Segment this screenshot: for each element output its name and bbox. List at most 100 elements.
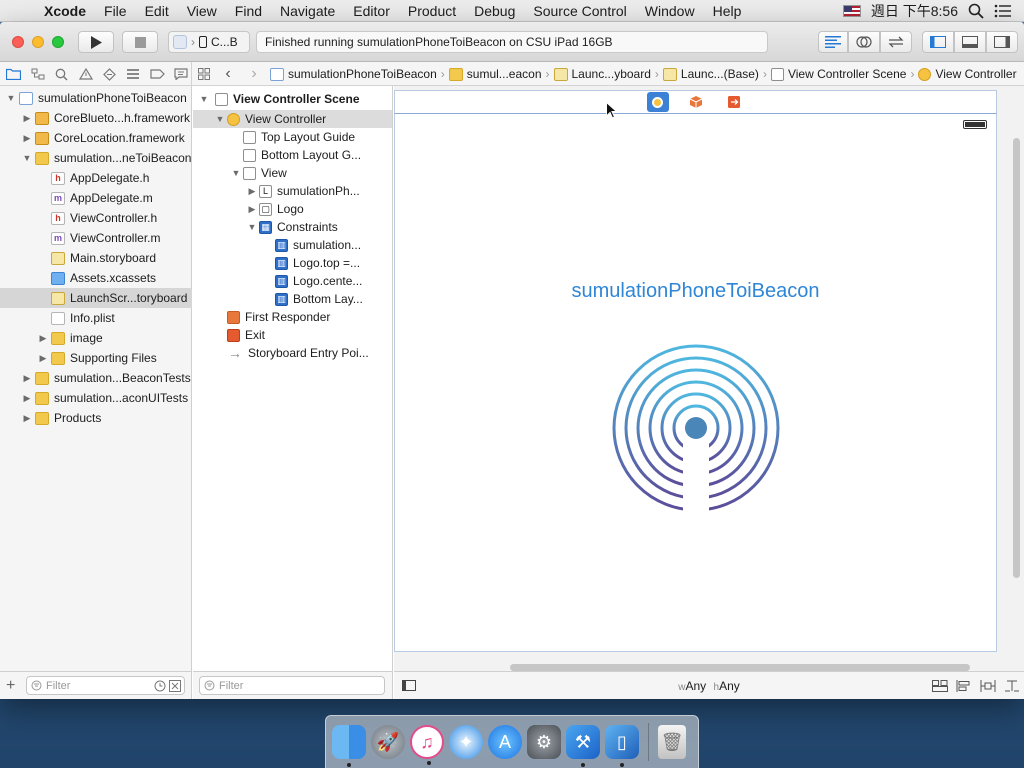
dock-simulator-icon[interactable]: ▯: [605, 725, 639, 767]
dock-finder-icon[interactable]: [332, 725, 366, 767]
zoom-window-icon[interactable]: [52, 36, 64, 48]
issue-navigator-warning-icon[interactable]: [76, 65, 96, 83]
menu-source-control[interactable]: Source Control: [524, 3, 635, 19]
navigator-row[interactable]: ▶ sumulation...aconUITests: [0, 388, 192, 408]
back-chevron-icon[interactable]: ‹: [215, 65, 241, 83]
navigator-row[interactable]: ▼ sumulationPhoneToiBeacon: [0, 88, 192, 108]
outline-row[interactable]: ▥ Logo.top =...: [193, 254, 392, 272]
toggle-navigator-button[interactable]: [922, 31, 954, 53]
dock-xcode-icon[interactable]: ⚒: [566, 725, 600, 767]
size-class-control[interactable]: wAny hAny: [394, 679, 1024, 693]
ibeacon-logo-icon[interactable]: [611, 343, 781, 513]
add-icon[interactable]: +: [6, 677, 20, 695]
project-navigator-folder-icon[interactable]: [4, 65, 24, 83]
menu-edit[interactable]: Edit: [136, 3, 178, 19]
dock-safari-icon[interactable]: ✦: [449, 725, 483, 759]
jumpbar-item-storyboard[interactable]: Launc...yboard: [551, 67, 654, 81]
pin-icon[interactable]: [980, 679, 996, 692]
dock-app-store-icon[interactable]: A: [488, 725, 522, 759]
test-navigator-diamond-icon[interactable]: [100, 65, 120, 83]
find-navigator-search-icon[interactable]: [52, 65, 72, 83]
resolve-autolayout-icon[interactable]: [1004, 680, 1020, 692]
toggle-utilities-button[interactable]: [986, 31, 1018, 53]
disclosure-closed-icon[interactable]: ▶: [22, 393, 32, 404]
disclosure-closed-icon[interactable]: ▶: [22, 133, 32, 144]
recent-files-clock-icon[interactable]: [154, 680, 166, 692]
notification-center-icon[interactable]: [994, 4, 1012, 18]
jumpbar-item-base-localization[interactable]: Launc...(Base): [660, 67, 762, 81]
navigator-row[interactable]: Assets.xcassets: [0, 268, 192, 288]
ipad-view-canvas[interactable]: sumulationPhoneToiBeacon: [394, 114, 997, 652]
assistant-editor-button[interactable]: [848, 31, 880, 53]
vertical-scrollbar[interactable]: [1013, 138, 1020, 578]
navigator-row[interactable]: ▼ sumulation...neToiBeacon: [0, 148, 192, 168]
outline-row[interactable]: ▶ ▢ Logo: [193, 200, 392, 218]
outline-row[interactable]: Bottom Layout G...: [193, 146, 392, 164]
minimize-window-icon[interactable]: [32, 36, 44, 48]
jumpbar-item-project[interactable]: sumulationPhoneToiBeacon: [267, 67, 440, 81]
scheme-selector[interactable]: › C...B: [168, 31, 250, 53]
version-editor-button[interactable]: [880, 31, 912, 53]
disclosure-open-icon[interactable]: ▼: [6, 93, 16, 103]
navigator-row[interactable]: Info.plist: [0, 308, 192, 328]
outline-row[interactable]: ▶ LsumulationPh...: [193, 182, 392, 200]
menu-app-name[interactable]: Xcode: [38, 3, 95, 19]
dock-system-preferences-icon[interactable]: ⚙: [527, 725, 561, 759]
toggle-debug-area-button[interactable]: [954, 31, 986, 53]
run-button[interactable]: [78, 31, 114, 53]
symbol-navigator-icon[interactable]: [28, 65, 48, 83]
menu-editor[interactable]: Editor: [344, 3, 399, 19]
related-items-grid-icon[interactable]: [193, 68, 215, 80]
dock-trash-icon[interactable]: 🗑: [658, 725, 686, 759]
spotlight-search-icon[interactable]: [968, 3, 984, 19]
navigator-filter-field[interactable]: Filter: [26, 676, 185, 695]
menu-clock[interactable]: 週日 下午8:56: [871, 1, 958, 21]
outline-row[interactable]: ▥ Logo.cente...: [193, 272, 392, 290]
outline-row[interactable]: Top Layout Guide: [193, 128, 392, 146]
navigator-row[interactable]: h AppDelegate.h: [0, 168, 192, 188]
interface-builder-canvas[interactable]: sumulationPhoneToiBeacon wAny hAny: [394, 86, 1024, 699]
outline-row[interactable]: ▼ View: [193, 164, 392, 182]
debug-navigator-gauge-icon[interactable]: [123, 65, 143, 83]
disclosure-closed-icon[interactable]: ▶: [247, 204, 257, 215]
first-responder-cube-icon[interactable]: [685, 92, 707, 112]
dock-launchpad-icon[interactable]: 🚀: [371, 725, 405, 759]
disclosure-closed-icon[interactable]: ▶: [22, 413, 32, 424]
breakpoint-navigator-icon[interactable]: [147, 65, 167, 83]
outline-row[interactable]: Exit: [193, 326, 392, 344]
navigator-row[interactable]: ▶ image: [0, 328, 192, 348]
menu-view[interactable]: View: [178, 3, 226, 19]
navigator-row[interactable]: ▶ Products: [0, 408, 192, 428]
app-title-label[interactable]: sumulationPhoneToiBeacon: [395, 280, 996, 303]
source-control-filter-icon[interactable]: [169, 679, 181, 692]
report-navigator-icon[interactable]: [171, 65, 191, 83]
view-controller-dock-icon[interactable]: [646, 92, 669, 112]
standard-editor-button[interactable]: [818, 31, 848, 53]
horizontal-scrollbar[interactable]: [510, 664, 970, 671]
stop-button[interactable]: [122, 31, 158, 53]
menu-file[interactable]: File: [95, 3, 136, 19]
jumpbar-item-group[interactable]: sumul...eacon: [446, 67, 545, 81]
navigator-row[interactable]: ▶ sumulation...BeaconTests: [0, 368, 192, 388]
jumpbar-item-view-controller[interactable]: View Controller: [915, 67, 1019, 81]
menu-find[interactable]: Find: [226, 3, 271, 19]
navigator-row[interactable]: LaunchScr...toryboard: [0, 288, 192, 308]
jumpbar-item-scene[interactable]: View Controller Scene: [768, 67, 910, 81]
outline-row[interactable]: → Storyboard Entry Poi...: [193, 344, 392, 362]
disclosure-closed-icon[interactable]: ▶: [38, 333, 48, 344]
menu-window[interactable]: Window: [636, 3, 704, 19]
stack-icon[interactable]: [932, 679, 948, 692]
outline-row[interactable]: First Responder: [193, 308, 392, 326]
navigator-row[interactable]: h ViewController.h: [0, 208, 192, 228]
dock-itunes-icon[interactable]: ♫: [410, 725, 444, 765]
disclosure-open-icon[interactable]: ▼: [22, 153, 32, 163]
input-source-flag-icon[interactable]: [842, 4, 861, 17]
exit-door-icon[interactable]: [723, 92, 745, 112]
navigator-row[interactable]: ▶ Supporting Files: [0, 348, 192, 368]
navigator-row[interactable]: ▶ CoreLocation.framework: [0, 128, 192, 148]
outline-row[interactable]: ▼ ▦ Constraints: [193, 218, 392, 236]
outline-row[interactable]: ▥ sumulation...: [193, 236, 392, 254]
navigator-row[interactable]: ▶ CoreBlueto...h.framework: [0, 108, 192, 128]
menu-help[interactable]: Help: [704, 3, 751, 19]
menu-navigate[interactable]: Navigate: [271, 3, 344, 19]
